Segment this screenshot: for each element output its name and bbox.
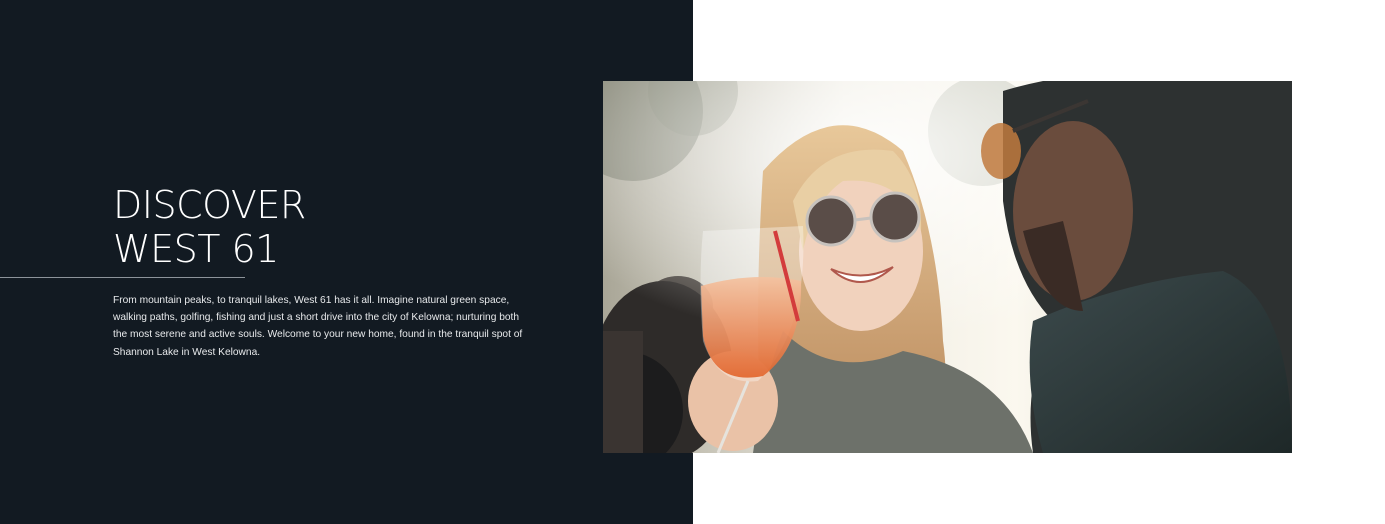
heading-line-2: WEST 61 [113,227,279,271]
heading-divider [0,277,245,278]
section-heading: DISCOVER WEST 61 [113,183,306,271]
dark-panel [0,0,693,524]
intro-paragraph: From mountain peaks, to tranquil lakes, … [113,295,523,358]
page: DISCOVER WEST 61 From mountain peaks, to… [0,0,1385,524]
photo-illustration [603,81,1292,453]
heading-line-1: DISCOVER [113,183,306,227]
lifestyle-photo [603,81,1292,453]
